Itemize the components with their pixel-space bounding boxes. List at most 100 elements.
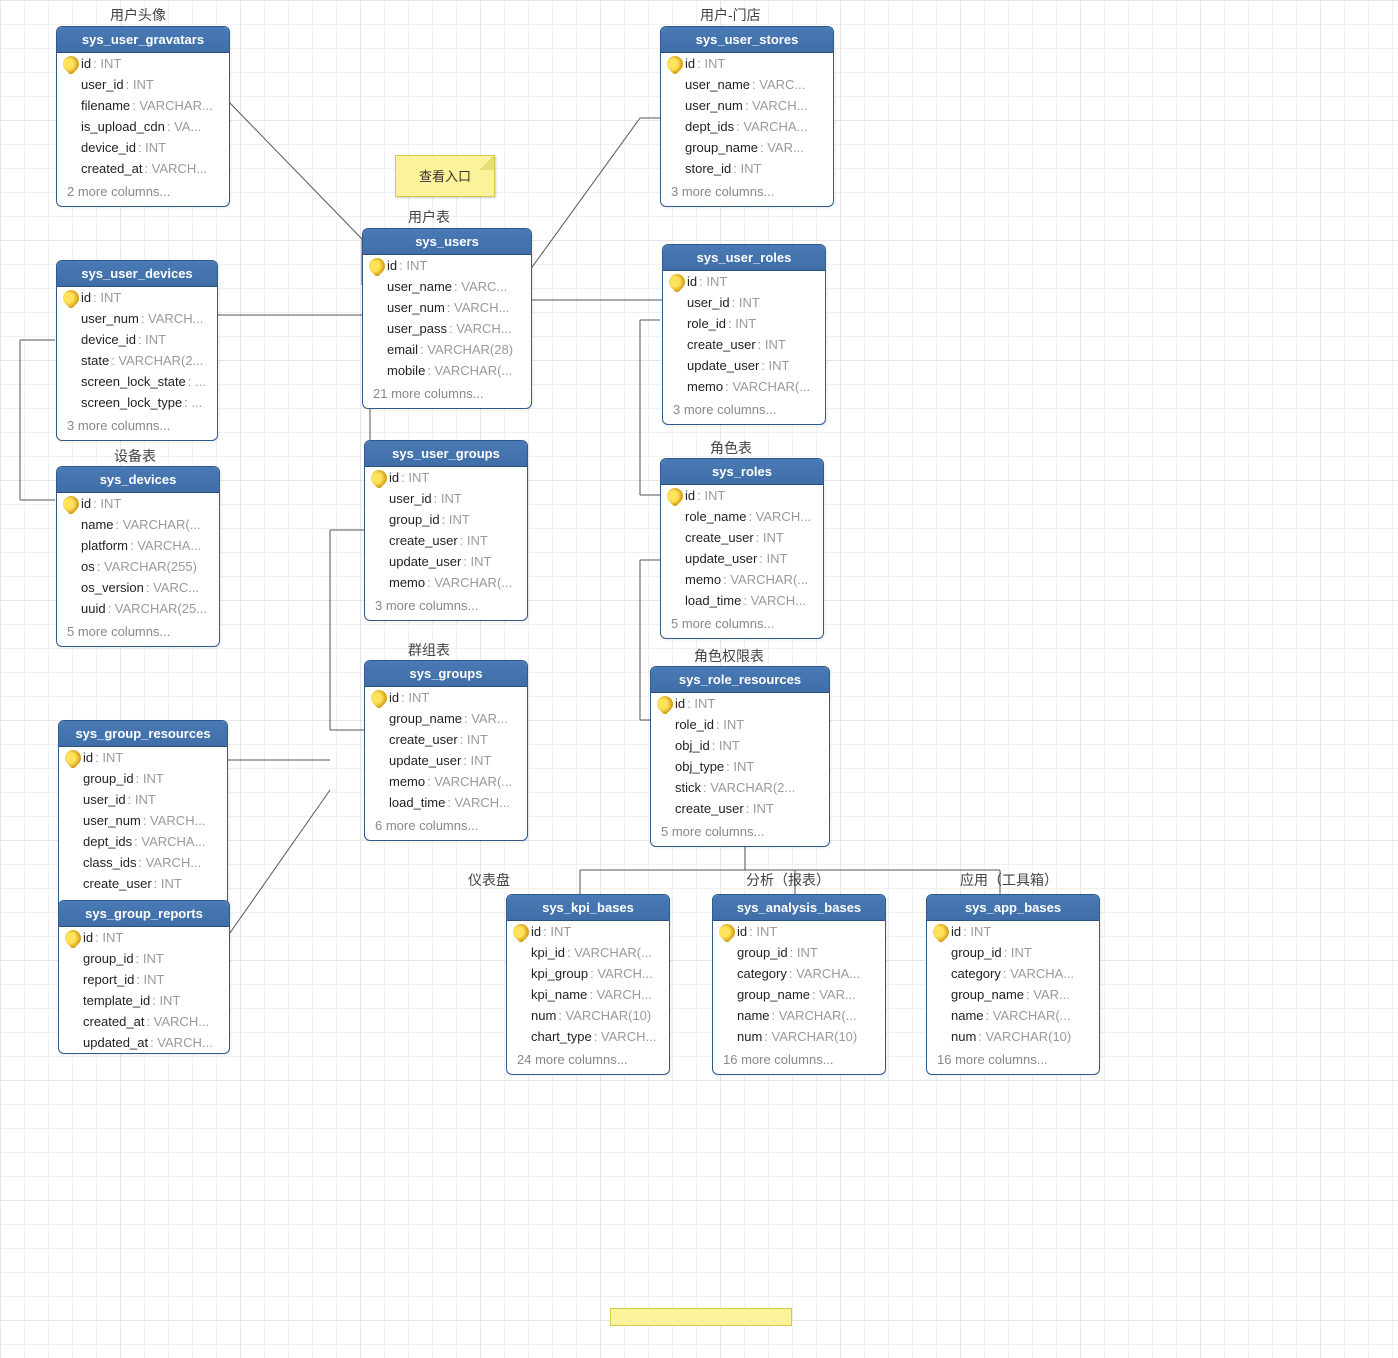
column-row[interactable]: group_name: VAR... [713, 984, 885, 1005]
column-row[interactable]: dept_ids: VARCHA... [661, 116, 833, 137]
column-row[interactable]: platform: VARCHA... [57, 535, 219, 556]
column-row[interactable]: create_user: INT [663, 334, 825, 355]
table-sys_users[interactable]: sys_usersid: INTuser_name: VARC...user_n… [362, 228, 532, 409]
more-columns-link[interactable]: 3 more columns... [661, 179, 833, 206]
table-sys_group_resources[interactable]: sys_group_resourcesid: INTgroup_id: INTu… [58, 720, 228, 922]
column-row[interactable]: user_id: INT [59, 789, 227, 810]
column-row[interactable]: stick: VARCHAR(2... [651, 777, 829, 798]
more-columns-link[interactable]: 3 more columns... [663, 397, 825, 424]
column-row[interactable]: group_id: INT [365, 509, 527, 530]
table-header[interactable]: sys_group_resources [59, 721, 227, 747]
column-row[interactable]: user_id: INT [663, 292, 825, 313]
column-row[interactable]: category: VARCHA... [713, 963, 885, 984]
more-columns-link[interactable]: 5 more columns... [661, 611, 823, 638]
column-row[interactable]: user_id: INT [57, 74, 229, 95]
column-row[interactable]: user_num: VARCH... [57, 308, 217, 329]
column-row[interactable]: group_id: INT [59, 948, 229, 969]
more-columns-link[interactable]: 5 more columns... [651, 819, 829, 846]
column-row[interactable]: name: VARCHAR(... [57, 514, 219, 535]
table-header[interactable]: sys_user_roles [663, 245, 825, 271]
column-row[interactable]: group_id: INT [713, 942, 885, 963]
column-row[interactable]: group_name: VAR... [365, 708, 527, 729]
table-sys_user_gravatars[interactable]: sys_user_gravatarsid: INTuser_id: INTfil… [56, 26, 230, 207]
column-row[interactable]: user_num: VARCH... [363, 297, 531, 318]
column-row[interactable]: role_id: INT [651, 714, 829, 735]
column-row[interactable]: id: INT [59, 747, 227, 768]
column-row[interactable]: user_id: INT [365, 488, 527, 509]
table-sys_user_devices[interactable]: sys_user_devicesid: INTuser_num: VARCH..… [56, 260, 218, 441]
table-header[interactable]: sys_role_resources [651, 667, 829, 693]
column-row[interactable]: os: VARCHAR(255) [57, 556, 219, 577]
table-header[interactable]: sys_app_bases [927, 895, 1099, 921]
column-row[interactable]: name: VARCHAR(... [927, 1005, 1099, 1026]
table-header[interactable]: sys_users [363, 229, 531, 255]
column-row[interactable]: user_num: VARCH... [661, 95, 833, 116]
column-row[interactable]: num: VARCHAR(10) [713, 1026, 885, 1047]
column-row[interactable]: role_name: VARCH... [661, 506, 823, 527]
column-row[interactable]: obj_id: INT [651, 735, 829, 756]
column-row[interactable]: screen_lock_type: ... [57, 392, 217, 413]
table-header[interactable]: sys_groups [365, 661, 527, 687]
column-row[interactable]: id: INT [57, 53, 229, 74]
column-row[interactable]: id: INT [927, 921, 1099, 942]
table-sys_app_bases[interactable]: sys_app_basesid: INTgroup_id: INTcategor… [926, 894, 1100, 1075]
column-row[interactable]: update_user: INT [365, 750, 527, 771]
column-row[interactable]: id: INT [661, 53, 833, 74]
column-row[interactable]: id: INT [507, 921, 669, 942]
table-sys_kpi_bases[interactable]: sys_kpi_basesid: INTkpi_id: VARCHAR(...k… [506, 894, 670, 1075]
table-header[interactable]: sys_user_groups [365, 441, 527, 467]
column-row[interactable]: load_time: VARCH... [365, 792, 527, 813]
column-row[interactable]: os_version: VARC... [57, 577, 219, 598]
column-row[interactable]: memo: VARCHAR(... [365, 771, 527, 792]
table-sys_analysis_bases[interactable]: sys_analysis_basesid: INTgroup_id: INTca… [712, 894, 886, 1075]
column-row[interactable]: name: VARCHAR(... [713, 1005, 885, 1026]
column-row[interactable]: mobile: VARCHAR(... [363, 360, 531, 381]
table-header[interactable]: sys_user_gravatars [57, 27, 229, 53]
column-row[interactable]: id: INT [365, 687, 527, 708]
table-sys_user_roles[interactable]: sys_user_rolesid: INTuser_id: INTrole_id… [662, 244, 826, 425]
column-row[interactable]: id: INT [363, 255, 531, 276]
table-header[interactable]: sys_devices [57, 467, 219, 493]
column-row[interactable]: user_num: VARCH... [59, 810, 227, 831]
table-header[interactable]: sys_user_devices [57, 261, 217, 287]
column-row[interactable]: chart_type: VARCH... [507, 1026, 669, 1047]
column-row[interactable]: kpi_id: VARCHAR(... [507, 942, 669, 963]
more-columns-link[interactable]: 16 more columns... [713, 1047, 885, 1074]
sticky-note-entry[interactable]: 查看入口 [395, 155, 495, 197]
column-row[interactable]: uuid: VARCHAR(25... [57, 598, 219, 619]
column-row[interactable]: created_at: VARCH... [57, 158, 229, 179]
column-row[interactable]: class_ids: VARCH... [59, 852, 227, 873]
column-row[interactable]: id: INT [57, 287, 217, 308]
column-row[interactable]: group_name: VAR... [661, 137, 833, 158]
column-row[interactable]: id: INT [663, 271, 825, 292]
more-columns-link[interactable]: 16 more columns... [927, 1047, 1099, 1074]
table-header[interactable]: sys_group_reports [59, 901, 229, 927]
column-row[interactable]: memo: VARCHAR(... [365, 572, 527, 593]
column-row[interactable]: create_user: INT [651, 798, 829, 819]
column-row[interactable]: id: INT [661, 485, 823, 506]
column-row[interactable]: num: VARCHAR(10) [927, 1026, 1099, 1047]
column-row[interactable]: user_pass: VARCH... [363, 318, 531, 339]
column-row[interactable]: update_user: INT [661, 548, 823, 569]
er-diagram-canvas[interactable]: 用户头像 用户-门店 用户表 设备表 角色表 群组表 角色权限表 仪表盘 分析（… [0, 0, 1398, 1358]
column-row[interactable]: create_user: INT [661, 527, 823, 548]
column-row[interactable]: state: VARCHAR(2... [57, 350, 217, 371]
column-row[interactable]: update_user: INT [365, 551, 527, 572]
table-sys_devices[interactable]: sys_devicesid: INTname: VARCHAR(...platf… [56, 466, 220, 647]
table-sys_group_reports[interactable]: sys_group_reportsid: INTgroup_id: INTrep… [58, 900, 230, 1054]
column-row[interactable]: id: INT [365, 467, 527, 488]
table-sys_groups[interactable]: sys_groupsid: INTgroup_name: VAR...creat… [364, 660, 528, 841]
column-row[interactable]: report_id: INT [59, 969, 229, 990]
column-row[interactable]: kpi_name: VARCH... [507, 984, 669, 1005]
table-sys_role_resources[interactable]: sys_role_resourcesid: INTrole_id: INTobj… [650, 666, 830, 847]
column-row[interactable]: screen_lock_state: ... [57, 371, 217, 392]
more-columns-link[interactable]: 6 more columns... [365, 813, 527, 840]
table-header[interactable]: sys_analysis_bases [713, 895, 885, 921]
column-row[interactable]: filename: VARCHAR... [57, 95, 229, 116]
table-header[interactable]: sys_user_stores [661, 27, 833, 53]
column-row[interactable]: id: INT [713, 921, 885, 942]
column-row[interactable]: user_name: VARC... [363, 276, 531, 297]
column-row[interactable]: role_id: INT [663, 313, 825, 334]
table-header[interactable]: sys_roles [661, 459, 823, 485]
column-row[interactable]: user_name: VARC... [661, 74, 833, 95]
